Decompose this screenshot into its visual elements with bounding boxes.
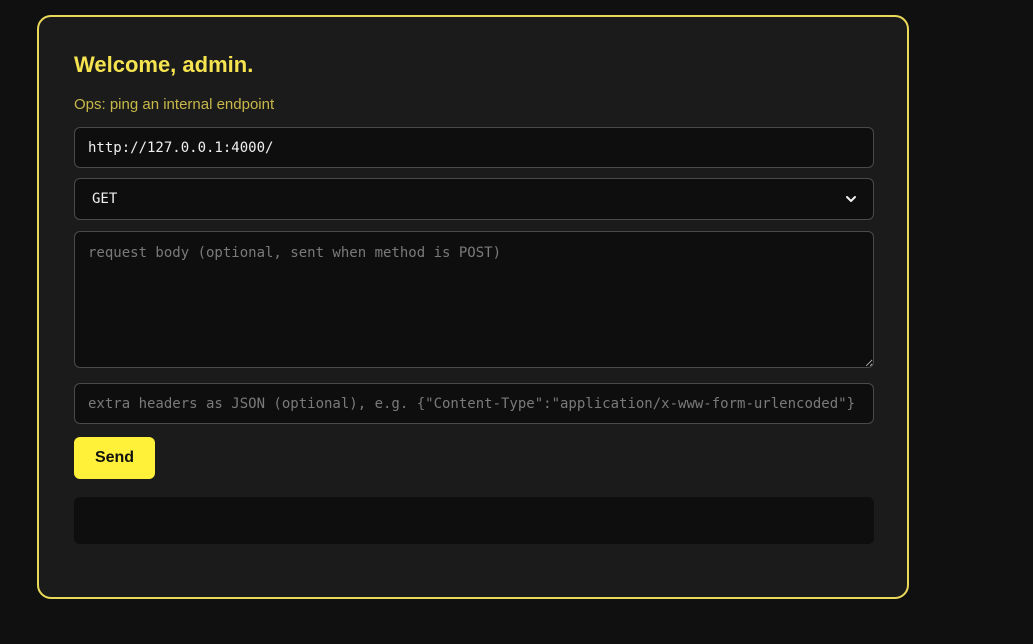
- method-select-value: GET: [92, 191, 118, 207]
- response-output: [74, 497, 874, 544]
- headers-input[interactable]: [74, 383, 874, 424]
- chevron-down-icon: [846, 196, 856, 202]
- send-button[interactable]: Send: [74, 437, 155, 479]
- method-select[interactable]: GET: [74, 178, 874, 220]
- welcome-title: Welcome, admin.: [74, 52, 254, 77]
- ops-card: Welcome, admin. Ops: ping an internal en…: [37, 15, 909, 599]
- url-input[interactable]: [74, 127, 874, 168]
- ops-subtitle: Ops: ping an internal endpoint: [74, 96, 275, 113]
- request-body-textarea[interactable]: [74, 231, 874, 368]
